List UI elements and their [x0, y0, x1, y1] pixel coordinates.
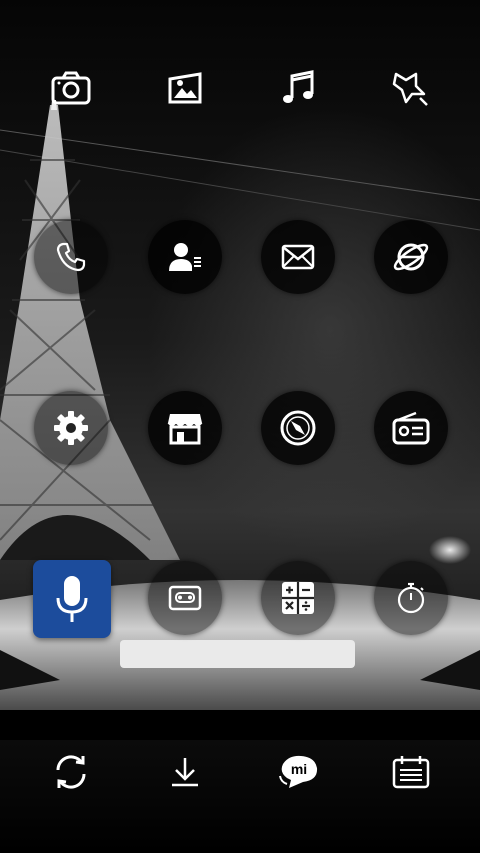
store-icon	[167, 414, 203, 445]
radio-icon	[392, 411, 430, 445]
stopwatch-icon	[397, 582, 425, 614]
browser-icon	[393, 243, 429, 271]
mi-talk-icon: mi	[279, 755, 318, 788]
settings-icon	[54, 411, 88, 445]
app-calendar[interactable]	[366, 727, 456, 817]
app-contacts[interactable]	[140, 212, 230, 302]
phone-icon	[56, 242, 86, 272]
app-calculator[interactable]	[253, 553, 343, 643]
icon-row	[0, 383, 480, 473]
calendar-icon	[392, 756, 430, 789]
app-store[interactable]	[140, 383, 230, 473]
app-settings[interactable]	[26, 383, 116, 473]
app-mi-talk[interactable]: mi	[253, 727, 343, 817]
app-music[interactable]	[253, 43, 343, 133]
app-messages[interactable]	[253, 212, 343, 302]
compass-icon	[280, 410, 316, 446]
dock: mi	[0, 727, 480, 817]
download-icon	[172, 758, 198, 787]
app-radio[interactable]	[366, 383, 456, 473]
icon-row	[0, 212, 480, 302]
themes-icon	[392, 72, 428, 106]
mi-talk-label: mi	[291, 761, 307, 777]
app-camera[interactable]	[26, 43, 116, 133]
app-gallery[interactable]	[140, 43, 230, 133]
camera-icon	[51, 71, 91, 105]
gallery-icon	[168, 72, 202, 104]
app-sync[interactable]	[26, 727, 116, 817]
cassette-icon	[168, 585, 202, 611]
app-themes[interactable]	[366, 43, 456, 133]
icon-row	[0, 43, 480, 133]
icon-row	[0, 553, 480, 643]
sync-icon	[56, 755, 86, 789]
messages-icon	[281, 244, 315, 270]
calculator-icon	[282, 582, 314, 614]
app-download[interactable]	[140, 727, 230, 817]
app-cassette[interactable]	[140, 553, 230, 643]
app-compass[interactable]	[253, 383, 343, 473]
app-phone[interactable]	[26, 212, 116, 302]
contacts-icon	[169, 243, 201, 271]
music-icon	[283, 70, 314, 103]
app-stopwatch[interactable]	[366, 553, 456, 643]
app-browser[interactable]	[366, 212, 456, 302]
